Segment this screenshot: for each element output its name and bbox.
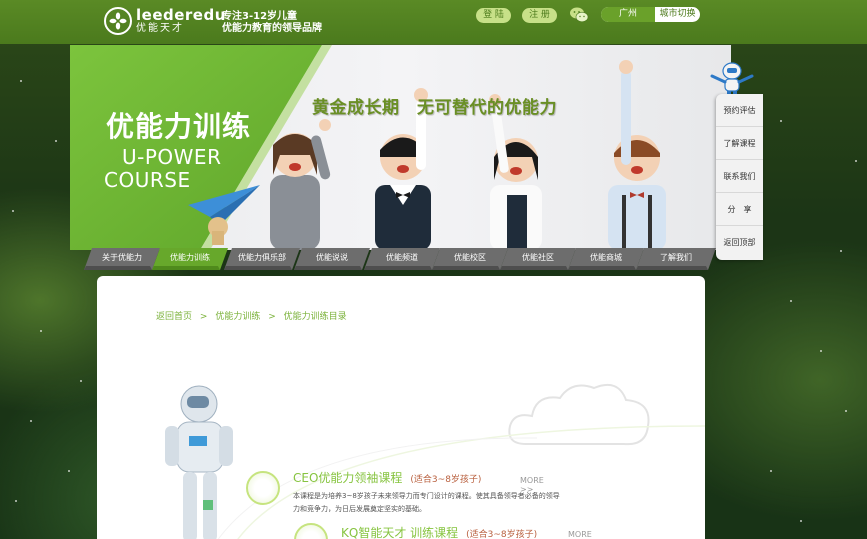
nav-item-about[interactable]: 关于优能力 bbox=[84, 248, 160, 270]
logo-wordmark: leederedu bbox=[136, 6, 226, 24]
paper-plane-icon bbox=[188, 185, 260, 245]
header-slogan: 专注3-12岁儿童 优能力教育的领导品牌 bbox=[222, 11, 322, 34]
side-menu-courses[interactable]: 了解课程 bbox=[716, 127, 763, 160]
current-city: 广州 bbox=[601, 7, 655, 22]
nav-item-about-us[interactable]: 了解我们 bbox=[636, 248, 716, 270]
content-panel: 返回首页 > 优能力训练 > 优能力训练目录 CEO优能力领袖课程 (适合3~8岁… bbox=[97, 276, 705, 539]
city-selector[interactable]: 广州 城市切换 bbox=[601, 7, 700, 22]
login-button[interactable]: 登 陆 bbox=[476, 8, 511, 23]
course-description: 本课程是为培养3~8岁孩子未来领导力而专门设计的课程。使其具备领导者必备的领导力… bbox=[293, 492, 560, 513]
course-age: (适合3~8岁孩子) bbox=[466, 530, 538, 539]
site-logo[interactable]: leederedu 优能天才 bbox=[104, 7, 226, 35]
side-menu-contact[interactable]: 联系我们 bbox=[716, 160, 763, 193]
side-menu-booking[interactable]: 预约评估 bbox=[716, 94, 763, 127]
kids-photo bbox=[188, 60, 666, 250]
banner-slogan: 黄金成长期 无可替代的优能力 bbox=[312, 98, 557, 118]
nav-item-mall[interactable]: 优能商城 bbox=[568, 248, 644, 270]
main-nav: 关于优能力 优能力训练 优能力俱乐部 优能说说 优能频道 优能校区 优能社区 优… bbox=[84, 248, 716, 270]
nav-item-community[interactable]: 优能社区 bbox=[500, 248, 576, 270]
city-switch-button[interactable]: 城市切换 bbox=[655, 7, 700, 22]
hero-banner: 优能力训练 U-POWER COURSE 黄金成长期 无可替代的优能力 bbox=[70, 45, 731, 250]
nav-item-campus[interactable]: 优能校区 bbox=[432, 248, 508, 270]
astronaut-illustration bbox=[165, 385, 233, 539]
robot-mascot-icon bbox=[708, 58, 756, 98]
leaf-logo-icon bbox=[104, 7, 132, 35]
logo-chinese-name: 优能天才 bbox=[136, 23, 184, 34]
nav-item-talk[interactable]: 优能说说 bbox=[294, 248, 370, 270]
nav-item-channel[interactable]: 优能频道 bbox=[364, 248, 440, 270]
course-title: CEO优能力领袖课程 bbox=[293, 471, 403, 485]
course-ring-icon bbox=[246, 471, 280, 505]
nav-item-training[interactable]: 优能力训练 bbox=[152, 248, 228, 270]
floating-side-menu: 预约评估 了解课程 联系我们 分 享 返回顶部 bbox=[716, 94, 763, 260]
nav-item-club[interactable]: 优能力俱乐部 bbox=[224, 248, 300, 270]
wechat-icon[interactable] bbox=[569, 6, 589, 24]
course-age: (适合3~8岁孩子) bbox=[410, 475, 482, 485]
course-title: KQ智能天才 训练课程 bbox=[341, 526, 459, 539]
course-more-link[interactable]: MORE >> bbox=[568, 530, 592, 539]
side-menu-back-to-top[interactable]: 返回顶部 bbox=[716, 226, 763, 259]
side-menu-share[interactable]: 分 享 bbox=[716, 193, 763, 226]
top-bar: leederedu 优能天才 专注3-12岁儿童 优能力教育的领导品牌 登 陆 … bbox=[0, 0, 867, 44]
register-button[interactable]: 注 册 bbox=[522, 8, 557, 23]
